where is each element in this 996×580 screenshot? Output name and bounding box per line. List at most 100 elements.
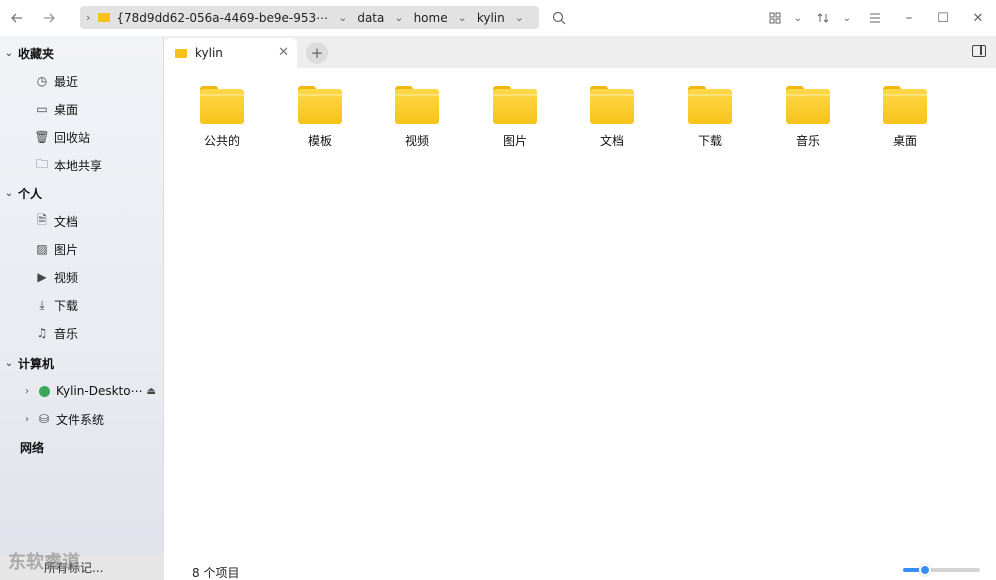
folder-item[interactable]: 文档 [572,86,652,156]
folder-icon [493,86,537,124]
arrow-right-icon [44,13,55,23]
sidebar-section-network[interactable]: 网络 [0,435,164,459]
sidebar-item-recent[interactable]: ◷ 最近 [0,69,164,93]
path-segment-home[interactable]: home [410,11,452,25]
path-segment-kylin[interactable]: kylin [473,11,509,25]
folder-icon [688,86,732,124]
eject-icon[interactable]: ⏏ [147,386,156,397]
zoom-slider-handle[interactable] [918,564,931,576]
folder-icon [200,86,244,124]
sort-button[interactable] [811,6,835,30]
chevron-down-icon[interactable]: ⌄ [0,358,18,369]
disc-icon [36,383,52,399]
chevron-down-icon[interactable]: ⌄ [835,6,859,30]
folder-item[interactable]: 音乐 [768,86,848,156]
file-view: 公共的 模板 视频 图片 文档 下载 音乐 桌面 [165,68,996,580]
menu-button[interactable] [863,6,887,30]
chevron-down-icon[interactable]: ⌄ [332,11,353,24]
path-segment-data[interactable]: data [353,11,388,25]
add-tab-button[interactable]: + [306,42,328,64]
folder-outline-icon: 🗀 [35,156,48,171]
sidebar: ⌄ 收藏夹 ◷ 最近 ▭ 桌面 🗑︎ 回收站 🗀 本地共享 ⌄ 个人 🗎 文档 … [0,36,164,580]
folder-label: 文档 [599,134,624,148]
music-icon: ♫ [36,326,48,340]
chevron-down-icon[interactable]: ⌄ [786,6,810,30]
chevron-right-icon[interactable]: › [18,386,36,397]
folder-icon [590,86,634,124]
chevron-down-icon[interactable]: ⌄ [509,11,530,24]
sidebar-section-label: 计算机 [18,356,55,371]
sort-icon [817,13,829,23]
close-button[interactable]: ✕ [966,6,990,30]
view-mode-button[interactable] [763,6,787,30]
sidebar-item-filesystem[interactable]: › ⛁ 文件系统 [0,407,164,431]
sidebar-item-desktop[interactable]: ▭ 桌面 [0,97,164,121]
folder-icon [298,86,342,124]
chevron-right-icon[interactable]: › [18,414,36,425]
sidebar-section-label: 个人 [18,186,43,201]
sidebar-item-downloads[interactable]: ⤓ 下载 [0,293,164,317]
sidebar-item-pictures[interactable]: ▨ 图片 [0,237,164,261]
folder-label: 音乐 [795,134,820,148]
folder-item[interactable]: 视频 [377,86,457,156]
folder-item[interactable]: 桌面 [865,86,945,156]
video-icon: ▶ [37,270,47,284]
sidebar-item-label: 文档 [54,214,79,229]
search-icon [552,11,566,25]
tab-bar: kylin ✕ + [165,36,996,68]
sidebar-item-kylin-desktop[interactable]: › Kylin-Deskto⋯ ⏏ [0,379,164,403]
folder-item[interactable]: 下载 [670,86,750,156]
folder-label: 模板 [307,134,332,148]
side-panel-toggle-icon[interactable] [972,45,986,57]
sidebar-item-label: 回收站 [54,130,91,145]
chevron-down-icon[interactable]: ⌄ [0,48,18,59]
status-item-count: 8 个项目 [192,566,240,580]
sidebar-item-label: 桌面 [54,102,79,117]
document-icon: 🗎 [37,212,47,227]
back-button[interactable] [5,6,29,30]
forward-button[interactable] [37,6,61,30]
download-icon: ⤓ [39,297,45,312]
maximize-button[interactable]: ☐ [931,6,955,30]
folder-item[interactable]: 公共的 [182,86,262,156]
sidebar-item-music[interactable]: ♫ 音乐 [0,321,164,345]
trash-icon: 🗑︎ [34,130,50,144]
folder-item[interactable]: 模板 [280,86,360,156]
sidebar-section-label: 收藏夹 [18,46,55,61]
sidebar-item-local-share[interactable]: 🗀 本地共享 [0,153,164,177]
chevron-down-icon[interactable]: ⌄ [388,11,409,24]
folder-item[interactable]: 图片 [475,86,555,156]
sidebar-section-personal[interactable]: ⌄ 个人 [0,181,164,205]
sidebar-item-label: 下载 [54,298,79,313]
sidebar-item-label: 图片 [54,242,79,257]
drive-icon: ⛁ [38,412,50,426]
folder-label: 公共的 [203,134,240,148]
folder-icon [395,86,439,124]
sidebar-item-label: 本地共享 [54,158,103,173]
sidebar-item-videos[interactable]: ▶ 视频 [0,265,164,289]
minimize-button[interactable]: – [897,6,921,30]
image-icon: ▨ [36,242,48,256]
folder-label: 下载 [697,134,722,148]
sidebar-item-label: Kylin-Deskto⋯ [56,384,143,398]
menu-icon [870,13,880,23]
sidebar-section-computer[interactable]: ⌄ 计算机 [0,351,164,375]
chevron-down-icon[interactable]: ⌄ [0,188,18,199]
folder-icon [175,48,187,58]
sidebar-section-favorites[interactable]: ⌄ 收藏夹 [0,41,164,65]
folder-label: 图片 [502,134,527,148]
search-button[interactable] [547,6,571,30]
chevron-right-icon[interactable]: › [80,11,96,24]
path-segment-uuid[interactable]: {78d9dd62-056a-4469-be9e-953⋯ [112,11,332,25]
path-bar[interactable]: › {78d9dd62-056a-4469-be9e-953⋯ ⌄ data ⌄… [80,6,539,29]
sidebar-item-label: 视频 [54,270,79,285]
close-icon[interactable]: ✕ [278,45,289,60]
zoom-slider[interactable] [903,564,980,576]
tab-label: kylin [195,46,223,60]
arrow-left-icon [11,13,22,23]
sidebar-item-documents[interactable]: 🗎 文档 [0,209,164,233]
chevron-down-icon[interactable]: ⌄ [452,11,473,24]
sidebar-item-trash[interactable]: 🗑︎ 回收站 [0,125,164,149]
sidebar-item-label: 音乐 [54,326,79,341]
tab-kylin[interactable]: kylin ✕ [165,38,297,68]
